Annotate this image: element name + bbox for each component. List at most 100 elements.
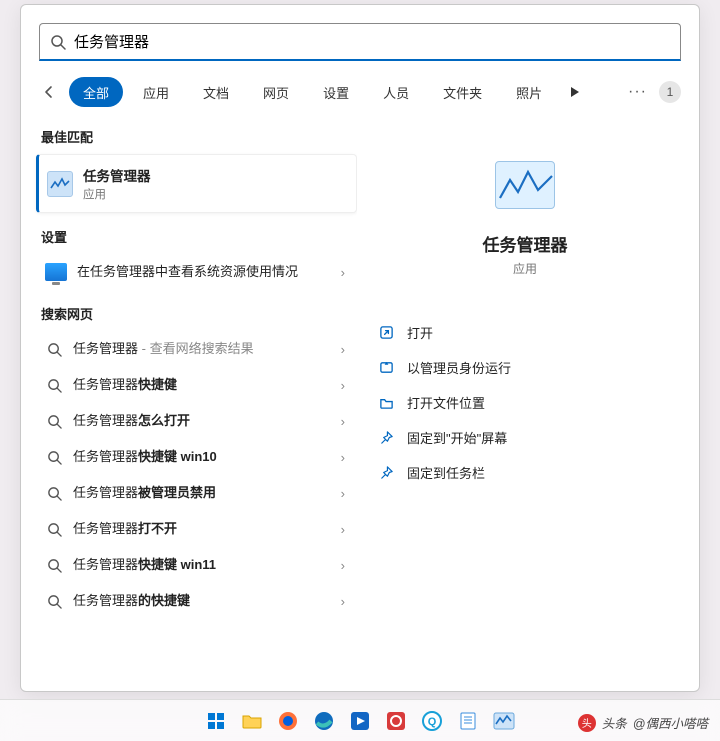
web-result-text: 任务管理器快捷键 win11 xyxy=(73,556,331,574)
play-icon xyxy=(570,86,580,98)
web-result[interactable]: 任务管理器快捷键 win11 › xyxy=(39,547,357,583)
web-result[interactable]: 任务管理器 - 查看网络搜索结果 › xyxy=(39,331,357,367)
action-open-file-location[interactable]: 打开文件位置 xyxy=(375,387,675,418)
admin-icon xyxy=(377,359,395,377)
tab-people[interactable]: 人员 xyxy=(369,77,423,107)
web-result-text: 任务管理器快捷健 xyxy=(73,376,331,394)
task-manager-icon xyxy=(47,171,73,197)
notepad-icon xyxy=(459,711,477,731)
tab-apps[interactable]: 应用 xyxy=(129,77,183,107)
settings-result[interactable]: 在任务管理器中查看系统资源使用情况 › xyxy=(39,254,357,290)
results-left-column: 最佳匹配 任务管理器 应用 设置 在任务管理器中查看系统资源使用情况 › 搜索网… xyxy=(21,117,357,691)
firefox-icon xyxy=(278,711,298,731)
action-label: 固定到任务栏 xyxy=(407,463,485,482)
search-icon xyxy=(45,556,63,574)
chevron-right-icon: › xyxy=(341,342,351,357)
chevron-right-icon: › xyxy=(341,378,351,393)
results-content: 最佳匹配 任务管理器 应用 设置 在任务管理器中查看系统资源使用情况 › 搜索网… xyxy=(21,117,699,691)
best-match-text: 任务管理器 应用 xyxy=(83,165,151,202)
taskbar-app-blue[interactable] xyxy=(345,706,375,736)
app-icon xyxy=(386,711,406,731)
tab-settings[interactable]: 设置 xyxy=(309,77,363,107)
search-icon xyxy=(45,412,63,430)
chevron-right-icon: › xyxy=(341,594,351,609)
web-result[interactable]: 任务管理器被管理员禁用 › xyxy=(39,475,357,511)
action-label: 打开文件位置 xyxy=(407,393,485,412)
action-label: 固定到"开始"屏幕 xyxy=(407,428,507,447)
filter-tabs: 全部 应用 文档 网页 设置 人员 文件夹 照片 ··· 1 xyxy=(21,73,699,117)
tab-photos[interactable]: 照片 xyxy=(502,77,556,107)
back-button[interactable] xyxy=(35,78,63,106)
web-result-text: 任务管理器的快捷键 xyxy=(73,592,331,610)
web-result-text: 任务管理器打不开 xyxy=(73,520,331,538)
search-input[interactable] xyxy=(74,33,670,50)
best-match-title: 任务管理器 xyxy=(83,165,151,185)
section-best-match: 最佳匹配 xyxy=(41,127,357,146)
web-result-text: 任务管理器被管理员禁用 xyxy=(73,484,331,502)
settings-result-text: 在任务管理器中查看系统资源使用情况 xyxy=(77,263,331,281)
chevron-right-icon: › xyxy=(341,486,351,501)
tab-documents[interactable]: 文档 xyxy=(189,77,243,107)
best-match-result[interactable]: 任务管理器 应用 xyxy=(36,154,357,213)
web-result[interactable]: 任务管理器打不开 › xyxy=(39,511,357,547)
web-result[interactable]: 任务管理器快捷键 win10 › xyxy=(39,439,357,475)
web-result-text: 任务管理器快捷键 win10 xyxy=(73,448,331,466)
action-label: 以管理员身份运行 xyxy=(407,358,511,377)
search-icon xyxy=(45,592,63,610)
search-icon xyxy=(45,520,63,538)
tab-web[interactable]: 网页 xyxy=(249,77,303,107)
web-result-text: 任务管理器 - 查看网络搜索结果 xyxy=(73,340,331,358)
watermark-avatar: 头 xyxy=(578,714,596,732)
task-manager-icon xyxy=(493,712,515,730)
action-pin-to-taskbar[interactable]: 固定到任务栏 xyxy=(375,457,675,488)
action-open[interactable]: 打开 xyxy=(375,317,675,348)
chevron-right-icon: › xyxy=(341,522,351,537)
task-manager-large-icon xyxy=(495,161,555,209)
taskbar-explorer[interactable] xyxy=(237,706,267,736)
search-icon xyxy=(50,34,66,50)
section-web: 搜索网页 xyxy=(41,304,357,323)
tab-all[interactable]: 全部 xyxy=(69,77,123,107)
monitor-icon xyxy=(45,263,67,281)
action-run-as-admin[interactable]: 以管理员身份运行 xyxy=(375,352,675,383)
preview-pane: 任务管理器 应用 打开 以管理员身份运行 打开文件位置 固定 xyxy=(357,117,699,691)
search-icon xyxy=(45,484,63,502)
taskbar-notepad[interactable] xyxy=(453,706,483,736)
chevron-right-icon: › xyxy=(341,265,351,280)
web-result[interactable]: 任务管理器快捷健 › xyxy=(39,367,357,403)
arrow-left-icon xyxy=(41,84,57,100)
action-pin-to-start[interactable]: 固定到"开始"屏幕 xyxy=(375,422,675,453)
edge-icon xyxy=(314,711,334,731)
chevron-right-icon: › xyxy=(341,450,351,465)
preview-subtitle: 应用 xyxy=(513,260,537,277)
folder-icon xyxy=(241,712,263,730)
search-icon xyxy=(45,448,63,466)
preview-header: 任务管理器 应用 xyxy=(375,135,675,277)
best-match-subtitle: 应用 xyxy=(83,186,151,202)
tabs-more-button[interactable] xyxy=(562,79,588,105)
taskbar-start-button[interactable] xyxy=(201,706,231,736)
app-icon xyxy=(350,711,370,731)
preview-title: 任务管理器 xyxy=(483,231,568,256)
search-panel: 全部 应用 文档 网页 设置 人员 文件夹 照片 ··· 1 最佳匹配 任务管理… xyxy=(20,4,700,692)
web-result[interactable]: 任务管理器的快捷键 › xyxy=(39,583,357,619)
tab-folders[interactable]: 文件夹 xyxy=(429,77,496,107)
web-result[interactable]: 任务管理器怎么打开 › xyxy=(39,403,357,439)
watermark-author: @偶西小嗒嗒 xyxy=(633,713,708,732)
taskbar-app-cyan[interactable]: Q xyxy=(417,706,447,736)
search-icon xyxy=(45,340,63,358)
pin-icon xyxy=(377,464,395,482)
watermark: 头 头条 @偶西小嗒嗒 xyxy=(578,713,708,732)
folder-icon xyxy=(377,394,395,412)
search-box[interactable] xyxy=(39,23,681,61)
taskbar-task-manager[interactable] xyxy=(489,706,519,736)
app-icon: Q xyxy=(422,711,442,731)
more-options-button[interactable]: ··· xyxy=(622,83,653,101)
taskbar-firefox[interactable] xyxy=(273,706,303,736)
chevron-right-icon: › xyxy=(341,558,351,573)
web-result-text: 任务管理器怎么打开 xyxy=(73,412,331,430)
notification-badge[interactable]: 1 xyxy=(659,81,681,103)
taskbar-edge[interactable] xyxy=(309,706,339,736)
taskbar-app-red[interactable] xyxy=(381,706,411,736)
section-settings: 设置 xyxy=(41,227,357,246)
